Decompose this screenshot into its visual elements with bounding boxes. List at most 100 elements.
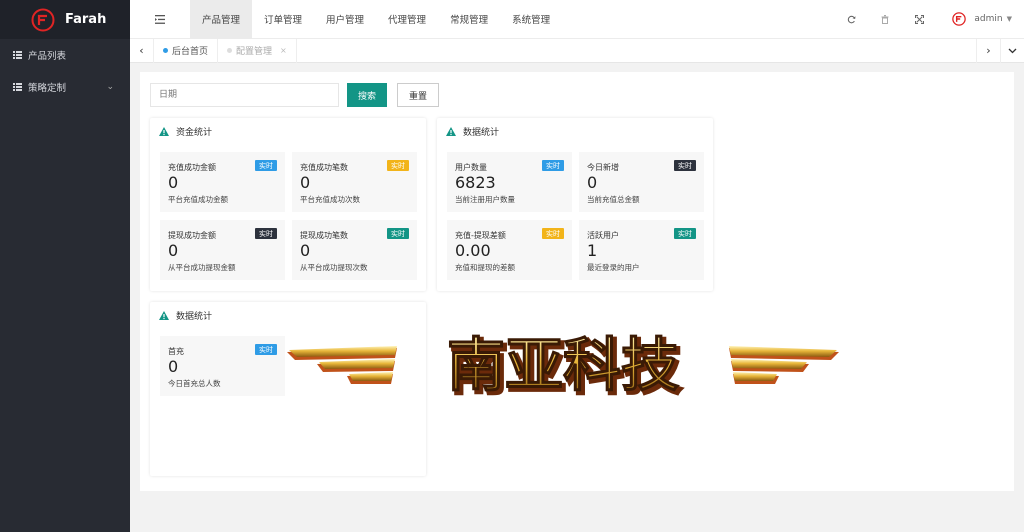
stat-description: 从平台成功提现次数 [300, 263, 368, 272]
stat-value: 0 [300, 241, 311, 260]
panel-title: 资金统计 [150, 118, 426, 144]
tabs-scroll-right-icon[interactable]: › [976, 38, 1000, 63]
fullscreen-icon[interactable] [902, 14, 936, 24]
stats-panel: 数据统计 用户数量 实时 6823 当前注册用户数量 今日新增 实时 0 当前充值总金额 充值-提… [437, 118, 713, 291]
realtime-badge: 实时 [387, 160, 409, 171]
realtime-badge: 实时 [387, 228, 409, 239]
stat-card: 用户数量 实时 6823 当前注册用户数量 [447, 152, 572, 212]
sidebar-item[interactable]: 策略定制 ⌄ [0, 71, 130, 103]
nav-item[interactable]: 用户管理 [314, 0, 376, 39]
warning-icon [159, 310, 169, 320]
panel-title-text: 数据统计 [463, 127, 500, 138]
list-icon [13, 51, 22, 59]
nav-item[interactable]: 系统管理 [500, 0, 562, 39]
stat-description: 当前充值总金额 [587, 195, 640, 204]
nav-item[interactable]: 常规管理 [438, 0, 500, 39]
stat-value: 0 [587, 173, 598, 192]
sidebar: Farah 产品列表策略定制 ⌄ [0, 0, 130, 532]
panel-title-text: 资金统计 [176, 127, 213, 138]
stat-card: 提现成功笔数 实时 0 从平台成功提现次数 [292, 220, 417, 280]
stat-description: 最近登录的用户 [587, 263, 640, 272]
stat-value: 0 [168, 357, 179, 376]
stat-label: 今日新增 [587, 163, 619, 172]
tab-label: 后台首页 [172, 47, 209, 57]
stat-value: 1 [587, 241, 598, 260]
realtime-badge: 实时 [542, 160, 564, 171]
panel-title-text: 数据统计 [176, 311, 213, 322]
list-icon [13, 83, 22, 91]
realtime-badge: 实时 [674, 160, 696, 171]
refresh-icon[interactable] [834, 15, 868, 24]
stat-label: 首充 [168, 347, 184, 356]
tabs-bar: ‹ 后台首页 配置管理 × › [130, 38, 1024, 63]
avatar[interactable] [952, 12, 967, 26]
tab-label: 配置管理 [236, 47, 273, 57]
sidebar-item[interactable]: 产品列表 [0, 39, 130, 71]
top-header: 产品管理 订单管理 用户管理 代理管理 常规管理 系统管理 admin ▼ [130, 0, 1024, 39]
tabs-scroll-left-icon[interactable]: ‹ [130, 38, 154, 63]
stat-card: 提现成功金额 实时 0 从平台成功提现金额 [160, 220, 285, 280]
panel-title: 数据统计 [150, 302, 426, 328]
stats-panel: 资金统计 充值成功金额 实时 0 平台充值成功金额 充值成功笔数 实时 0 平台充值成功次数 提现… [150, 118, 426, 291]
stat-value: 0 [168, 173, 179, 192]
search-row: 搜索 重置 [150, 83, 439, 107]
left-wing-icon [287, 346, 397, 384]
menu-toggle-icon[interactable] [130, 14, 190, 24]
chevron-down-icon[interactable]: ⌄ [106, 82, 114, 92]
stat-label: 提现成功金额 [168, 231, 216, 240]
nav-item[interactable]: 订单管理 [252, 0, 314, 39]
stat-description: 从平台成功提现金额 [168, 263, 236, 272]
watermark-text: 南亚科技 [447, 331, 679, 399]
warning-icon [446, 126, 456, 136]
stat-description: 今日首充总人数 [168, 379, 221, 388]
search-button[interactable]: 搜索 [347, 83, 387, 107]
brand-name: Farah [65, 12, 107, 27]
stat-description: 当前注册用户数量 [455, 195, 515, 204]
tabs-menu-chevron-icon[interactable] [1000, 38, 1024, 63]
realtime-badge: 实时 [255, 344, 277, 355]
stat-description: 充值和提现的差额 [455, 263, 515, 272]
stat-card: 活跃用户 实时 1 最近登录的用户 [579, 220, 704, 280]
stat-card: 首充 实时 0 今日首充总人数 [160, 336, 285, 396]
realtime-badge: 实时 [255, 160, 277, 171]
nav-item[interactable]: 代理管理 [376, 0, 438, 39]
date-input[interactable] [150, 83, 339, 107]
tab-dot-icon [163, 48, 168, 53]
chevron-down-icon[interactable]: ▼ [1007, 15, 1012, 23]
reset-button[interactable]: 重置 [397, 83, 439, 107]
stat-label: 充值-提现差额 [455, 231, 506, 240]
stat-label: 活跃用户 [587, 231, 619, 240]
stat-value: 0.00 [455, 241, 491, 260]
main-content: 搜索 重置 资金统计充值成功金额实时0平台充值成功金额充值成功笔数实时0平台充值… [140, 72, 1014, 491]
stat-card: 充值-提现差额 实时 0.00 充值和提现的差额 [447, 220, 572, 280]
stat-description: 平台充值成功次数 [300, 195, 360, 204]
stat-label: 充值成功笔数 [300, 163, 348, 172]
stat-label: 用户数量 [455, 163, 487, 172]
stat-label: 充值成功金额 [168, 163, 216, 172]
realtime-badge: 实时 [674, 228, 696, 239]
right-wing-icon [729, 346, 839, 384]
stat-value: 0 [300, 173, 311, 192]
tab[interactable]: 后台首页 [154, 38, 219, 63]
tab[interactable]: 配置管理 × [218, 38, 297, 63]
brand[interactable]: Farah [0, 0, 130, 39]
nav-item[interactable]: 产品管理 [190, 0, 253, 39]
realtime-badge: 实时 [255, 228, 277, 239]
admin-username[interactable]: admin [974, 14, 1002, 24]
panel-title: 数据统计 [437, 118, 713, 144]
watermark-logo: 南亚科技 南亚科技 [287, 330, 839, 400]
stat-card: 今日新增 实时 0 当前充值总金额 [579, 152, 704, 212]
realtime-badge: 实时 [542, 228, 564, 239]
stat-card: 充值成功金额 实时 0 平台充值成功金额 [160, 152, 285, 212]
sidebar-item-label: 策略定制 [28, 83, 67, 94]
warning-icon [159, 126, 169, 136]
trash-icon[interactable] [868, 14, 902, 24]
stat-value: 6823 [455, 173, 496, 192]
stat-description: 平台充值成功金额 [168, 195, 228, 204]
stat-value: 0 [168, 241, 179, 260]
stat-card: 充值成功笔数 实时 0 平台充值成功次数 [292, 152, 417, 212]
tab-dot-icon [227, 48, 233, 53]
brand-logo-icon [31, 8, 55, 31]
close-icon[interactable]: × [280, 46, 287, 55]
sidebar-item-label: 产品列表 [28, 51, 67, 62]
